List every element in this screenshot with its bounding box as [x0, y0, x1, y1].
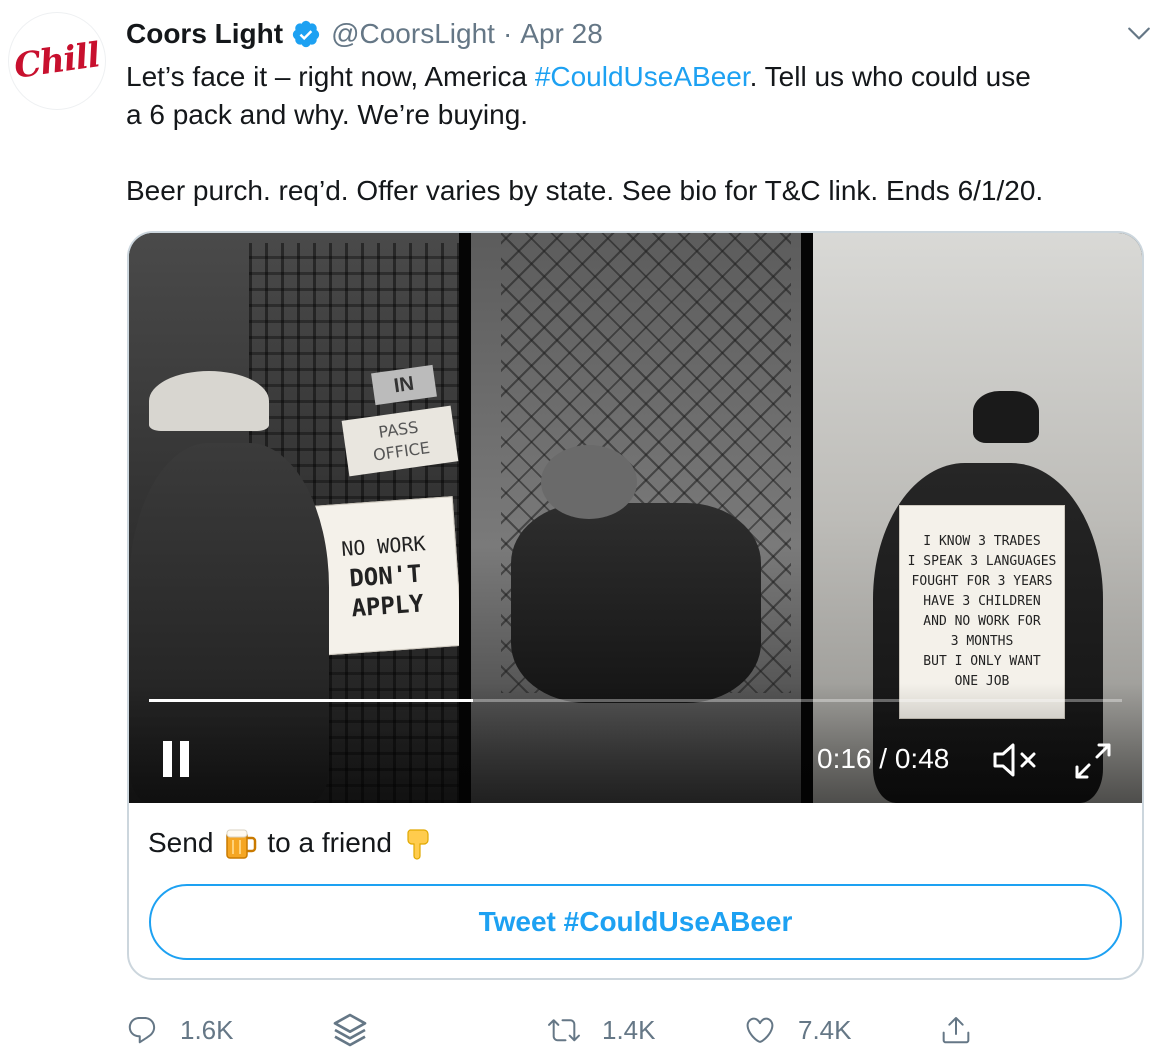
- sign-line: FOUGHT FOR 3 YEARS: [911, 574, 1053, 589]
- pause-button[interactable]: [163, 741, 189, 777]
- tweet-body: Let’s face it – right now, America #Coul…: [126, 58, 1146, 210]
- fullscreen-icon[interactable]: [1073, 741, 1113, 781]
- sign-no-work-line: DON'T APPLY: [348, 559, 425, 623]
- seated-man-hat: [541, 445, 637, 519]
- tweet-line-3: Beer purch. req’d. Offer varies by state…: [126, 175, 1044, 206]
- beer-mug-icon: [226, 829, 257, 859]
- verified-badge-icon: [292, 20, 320, 48]
- tweet-header: Coors Light @CoorsLight · Apr 28: [126, 14, 603, 54]
- share-button[interactable]: [940, 1008, 972, 1052]
- media-card: IN PASS OFFICE NO WORK DON'T APPLY I KNO…: [127, 231, 1144, 980]
- share-icon: [942, 1017, 970, 1044]
- pause-icon-bar: [163, 741, 172, 777]
- tweet-text-segment: . Tell us who could use: [749, 61, 1031, 92]
- sign-line: AND NO WORK FOR: [923, 614, 1041, 629]
- time-total: 0:48: [894, 743, 950, 774]
- tweet-text-segment: Let’s face it – right now, America: [126, 61, 535, 92]
- retweet-button[interactable]: 1.4K: [548, 1008, 656, 1052]
- sign-line: I SPEAK 3 LANGUAGES: [907, 554, 1057, 569]
- hashtag-link[interactable]: #CouldUseABeer: [535, 61, 750, 92]
- seated-man-figure: [511, 503, 761, 703]
- reply-count: 1.6K: [180, 1014, 234, 1045]
- like-button[interactable]: 7.4K: [744, 1008, 852, 1052]
- pointing-down-icon: [407, 829, 429, 860]
- tweet-hashtag-button[interactable]: Tweet #CouldUseABeer: [149, 884, 1122, 960]
- thread-button[interactable]: [330, 1008, 370, 1052]
- pause-icon-bar: [180, 741, 189, 777]
- tweet-actions: 1.6K 1.4K 7.4K: [126, 1008, 1166, 1052]
- card-title-to-friend: to a friend: [267, 827, 392, 858]
- mute-icon[interactable]: [991, 741, 1039, 779]
- user-handle[interactable]: @CoorsLight: [331, 18, 495, 50]
- video-player[interactable]: IN PASS OFFICE NO WORK DON'T APPLY I KNO…: [129, 233, 1142, 803]
- retweet-count: 1.4K: [602, 1014, 656, 1045]
- tweet-line-1: Let’s face it – right now, America #Coul…: [126, 58, 1146, 96]
- video-progress-bar[interactable]: [149, 699, 1122, 702]
- sign-line: HAVE 3 CHILDREN: [923, 594, 1041, 609]
- retweet-icon: [548, 1019, 580, 1042]
- reply-icon: [128, 1016, 156, 1044]
- card-title-send: Send: [148, 827, 214, 858]
- heart-icon: [746, 1017, 774, 1043]
- tweet-line-2: a 6 pack and why. We’re buying.: [126, 99, 529, 130]
- time-current: 0:16: [817, 743, 872, 774]
- man-hat: [149, 371, 269, 431]
- tweet-date[interactable]: Apr 28: [520, 18, 603, 50]
- avatar-logo-text: Chill: [11, 35, 103, 87]
- display-name[interactable]: Coors Light: [126, 18, 283, 50]
- separator-dot: ·: [502, 18, 513, 49]
- like-count: 7.4K: [798, 1014, 852, 1045]
- sign-line: 3 MONTHS: [950, 634, 1014, 649]
- card-title: Send to a friend: [148, 825, 446, 861]
- reply-button[interactable]: 1.6K: [126, 1008, 234, 1052]
- time-separator: /: [871, 743, 895, 774]
- sign-no-work: NO WORK DON'T APPLY: [307, 496, 459, 656]
- sign-line: BUT I ONLY WANT: [923, 654, 1041, 669]
- stack-layers-icon: [333, 1013, 367, 1047]
- avatar[interactable]: Chill: [8, 12, 106, 110]
- video-time: 0:16 / 0:48: [817, 741, 949, 777]
- man-with-sign-hat: [973, 391, 1039, 443]
- video-progress-fill: [149, 699, 473, 702]
- sign-line: I KNOW 3 TRADES: [923, 534, 1041, 549]
- chevron-down-icon[interactable]: [1126, 20, 1152, 46]
